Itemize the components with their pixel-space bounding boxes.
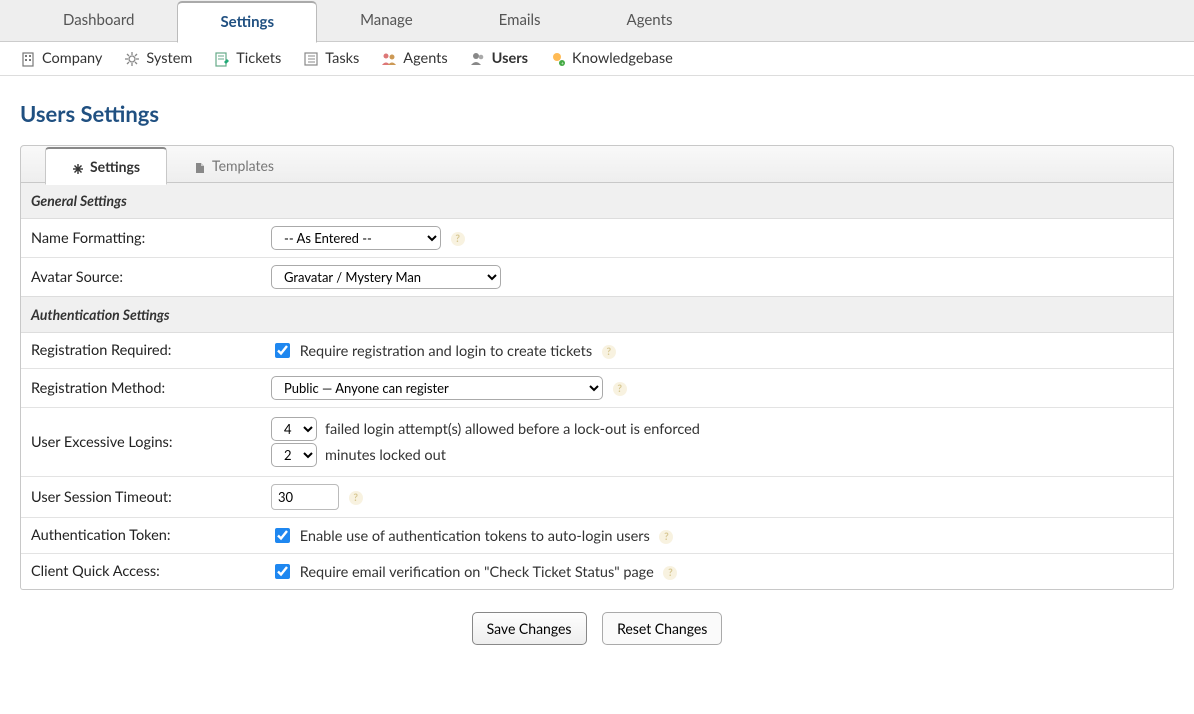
field-label-registration-method: Registration Method: bbox=[21, 369, 261, 408]
name-formatting-select[interactable]: -- As Entered -- bbox=[271, 226, 441, 250]
lockout-minutes-select[interactable]: 2 bbox=[271, 443, 317, 467]
help-icon[interactable]: ? bbox=[613, 382, 627, 396]
subnav-item-label: Tasks bbox=[325, 50, 359, 67]
subnav-agents[interactable]: Agents bbox=[381, 50, 447, 67]
login-attempts-select[interactable]: 4 bbox=[271, 417, 317, 441]
settings-subnav: Company System Tickets Tasks Agents User… bbox=[0, 42, 1194, 76]
reset-button[interactable]: Reset Changes bbox=[602, 612, 722, 645]
knowledgebase-icon: + bbox=[550, 51, 566, 67]
checkbox-text: Enable use of authentication tokens to a… bbox=[300, 528, 650, 545]
subnav-item-label: Company bbox=[42, 50, 102, 67]
tab-label: Templates bbox=[212, 157, 274, 174]
ticket-icon bbox=[214, 51, 230, 67]
registration-method-select[interactable]: Public — Anyone can register bbox=[271, 376, 603, 400]
form-actions: Save Changes Reset Changes bbox=[20, 590, 1174, 667]
subnav-tickets[interactable]: Tickets bbox=[214, 50, 281, 67]
tab-settings[interactable]: Settings bbox=[177, 1, 317, 43]
lockout-text: minutes locked out bbox=[325, 447, 446, 464]
avatar-source-select[interactable]: Gravatar / Mystery Man bbox=[271, 265, 501, 289]
tab-dashboard[interactable]: Dashboard bbox=[20, 1, 177, 43]
page-title: Users Settings bbox=[20, 100, 1174, 127]
subnav-item-label: Users bbox=[492, 50, 528, 67]
subnav-company[interactable]: Company bbox=[20, 50, 102, 67]
field-label-session-timeout: User Session Timeout: bbox=[21, 477, 261, 518]
subnav-item-label: System bbox=[146, 50, 192, 67]
asterisk-icon bbox=[72, 161, 84, 173]
section-general: General Settings bbox=[21, 183, 1173, 219]
auth-token-wrapper[interactable]: Enable use of authentication tokens to a… bbox=[271, 528, 653, 545]
subnav-item-label: Knowledgebase bbox=[572, 50, 673, 67]
tab-agents[interactable]: Agents bbox=[584, 1, 716, 43]
registration-required-checkbox[interactable] bbox=[275, 343, 290, 358]
save-button[interactable]: Save Changes bbox=[472, 612, 587, 645]
subnav-tasks[interactable]: Tasks bbox=[303, 50, 359, 67]
field-label-name-formatting: Name Formatting: bbox=[21, 219, 261, 258]
checkbox-text: Require registration and login to create… bbox=[300, 343, 592, 360]
quick-access-checkbox[interactable] bbox=[275, 564, 290, 579]
panel-tabs: Settings Templates bbox=[20, 145, 1174, 183]
subnav-item-label: Agents bbox=[403, 50, 447, 67]
tab-templates-panel[interactable]: Templates bbox=[167, 147, 301, 185]
field-label-avatar-source: Avatar Source: bbox=[21, 258, 261, 297]
content-area: Users Settings Settings Templates Genera… bbox=[0, 76, 1194, 691]
registration-required-wrapper[interactable]: Require registration and login to create… bbox=[271, 343, 596, 360]
field-label-excessive-logins: User Excessive Logins: bbox=[21, 408, 261, 477]
subnav-system[interactable]: System bbox=[124, 50, 192, 67]
svg-text:+: + bbox=[561, 61, 564, 67]
building-icon bbox=[20, 51, 36, 67]
file-icon bbox=[194, 160, 206, 172]
checklist-icon bbox=[303, 51, 319, 67]
settings-panel: General Settings Name Formatting: -- As … bbox=[20, 183, 1174, 590]
checkbox-text: Require email verification on "Check Tic… bbox=[300, 564, 654, 581]
subnav-item-label: Tickets bbox=[236, 50, 281, 67]
help-icon[interactable]: ? bbox=[602, 345, 616, 359]
field-label-registration-required: Registration Required: bbox=[21, 333, 261, 369]
quick-access-wrapper[interactable]: Require email verification on "Check Tic… bbox=[271, 564, 657, 581]
help-icon[interactable]: ? bbox=[659, 530, 673, 544]
help-icon[interactable]: ? bbox=[451, 232, 465, 246]
subnav-knowledgebase[interactable]: + Knowledgebase bbox=[550, 50, 673, 67]
tab-settings-panel[interactable]: Settings bbox=[45, 147, 167, 185]
auth-token-checkbox[interactable] bbox=[275, 528, 290, 543]
attempts-text: failed login attempt(s) allowed before a… bbox=[325, 421, 700, 438]
field-label-auth-token: Authentication Token: bbox=[21, 518, 261, 554]
tab-label: Settings bbox=[90, 158, 140, 175]
session-timeout-input[interactable] bbox=[271, 484, 339, 510]
field-label-quick-access: Client Quick Access: bbox=[21, 554, 261, 590]
help-icon[interactable]: ? bbox=[349, 491, 363, 505]
users-icon bbox=[470, 51, 486, 67]
main-tabs: Dashboard Settings Manage Emails Agents bbox=[0, 0, 1194, 42]
subnav-users[interactable]: Users bbox=[470, 50, 528, 67]
tab-manage[interactable]: Manage bbox=[317, 1, 456, 43]
agents-icon bbox=[381, 51, 397, 67]
section-auth: Authentication Settings bbox=[21, 296, 1173, 333]
help-icon[interactable]: ? bbox=[663, 566, 677, 580]
gear-icon bbox=[124, 51, 140, 67]
tab-emails[interactable]: Emails bbox=[456, 1, 584, 43]
